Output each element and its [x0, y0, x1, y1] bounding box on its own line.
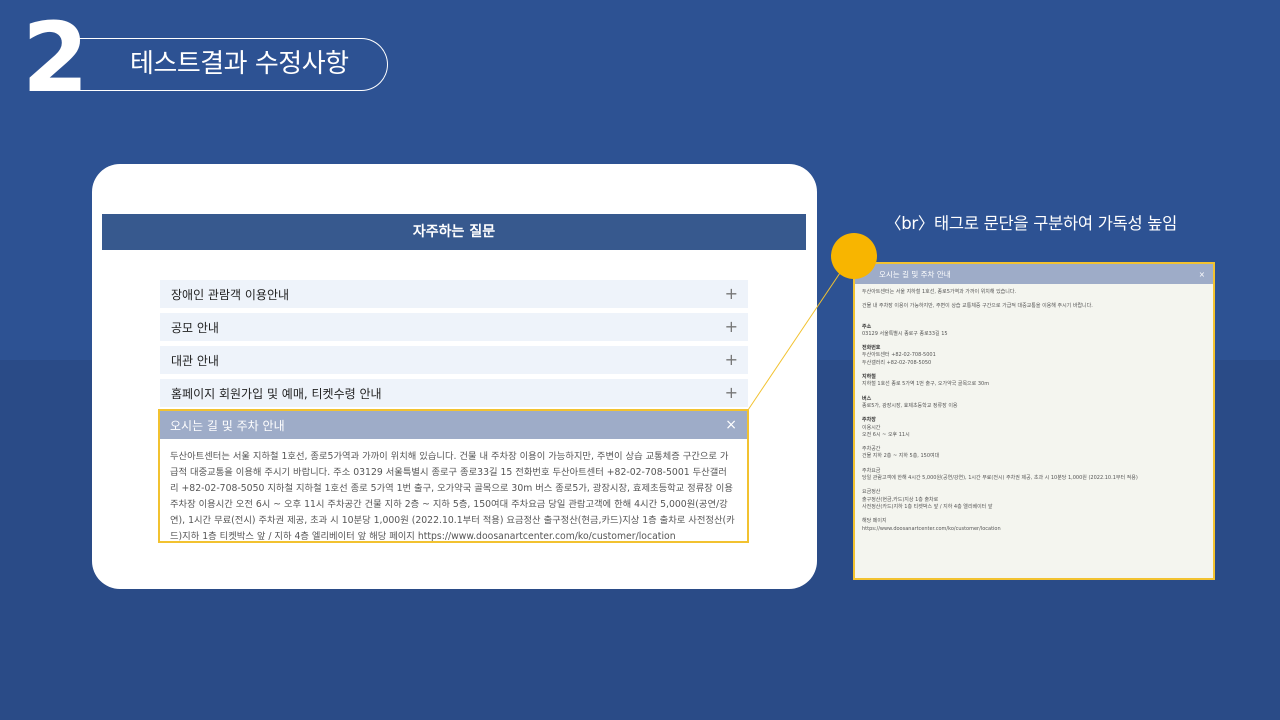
faq-list: 장애인 관람객 이용안내 + 공모 안내 + 대관 안내 + 홈페이지 회원가입…	[160, 280, 748, 412]
faq-item[interactable]: 공모 안내 +	[160, 313, 748, 341]
faq-item-label: 장애인 관람객 이용안내	[171, 287, 290, 302]
zoom-parking-label: 주차장	[862, 417, 876, 424]
slide-title: 테스트결과 수정사항	[130, 49, 349, 79]
faq-open-header[interactable]: 오시는 길 및 주차 안내 ×	[160, 411, 747, 439]
zoom-pay-2: 사전정산(카드)지하 1층 티켓박스 앞 / 지하 4층 엘리베이터 앞	[862, 503, 993, 510]
faq-header: 자주하는 질문	[102, 214, 806, 250]
callout-dot	[831, 233, 877, 279]
zoom-fee: 당일 관람고객에 한해 4시간 5,000원(공연/강연), 1시간 무료(전시…	[862, 475, 1138, 482]
plus-icon[interactable]: +	[725, 286, 738, 302]
plus-icon[interactable]: +	[725, 385, 738, 401]
zoom-phone-2: 두산갤러리 +82-02-708-5050	[862, 359, 932, 366]
zoom-page-url[interactable]: https://www.doosanartcenter.com/ko/custo…	[862, 526, 1207, 533]
zoom-parking-hours-label: 이용시간	[862, 424, 881, 431]
faq-open-item: 오시는 길 및 주차 안내 × 두산아트센터는 서울 지하철 1호선, 종로5가…	[158, 409, 749, 543]
callout-label: 〈br〉태그로 문단을 구분하여 가독성 높임	[885, 214, 1178, 233]
zoom-intro-2: 건물 내 주차장 이용이 가능하지만, 주변이 상습 교통체증 구간으로 가급적…	[862, 303, 1093, 310]
zoom-address-label: 주소	[862, 323, 872, 330]
zoom-header: 오시는 길 및 주차 안내 ×	[855, 264, 1213, 284]
zoom-pay-label: 요금정산	[862, 489, 881, 496]
close-icon[interactable]: ×	[725, 417, 737, 433]
faq-open-body: 두산아트센터는 서울 지하철 1호선, 종로5가역과 가까이 위치해 있습니다.…	[170, 451, 735, 542]
zoom-pay-1: 출구정산(현금,카드)지상 1층 출차로	[862, 496, 939, 503]
faq-item[interactable]: 장애인 관람객 이용안내 +	[160, 280, 748, 308]
zoom-phone-1: 두산아트센터 +82-02-708-5001	[862, 352, 936, 359]
zoom-panel: 오시는 길 및 주차 안내 × 두산아트센터는 서울 지하철 1호선, 종로5가…	[853, 262, 1215, 580]
zoom-parking-hours: 오전 6시 ~ 오후 11시	[862, 431, 910, 438]
zoom-title: 오시는 길 및 주차 안내	[879, 269, 951, 279]
zoom-intro-1: 두산아트센터는 서울 지하철 1호선, 종로5가역과 가까이 위치해 있습니다.	[862, 289, 1017, 295]
zoom-bus: 종로5가, 광장시장, 효제초등학교 정류장 이용	[862, 402, 958, 409]
zoom-bus-label: 버스	[862, 395, 872, 402]
faq-open-label: 오시는 길 및 주차 안내	[170, 418, 285, 433]
zoom-body: 두산아트센터는 서울 지하철 1호선, 종로5가역과 가까이 위치해 있습니다.…	[855, 284, 1213, 533]
close-icon: ×	[1198, 269, 1205, 279]
plus-icon[interactable]: +	[725, 352, 738, 368]
plus-icon[interactable]: +	[725, 319, 738, 335]
faq-item[interactable]: 홈페이지 회원가입 및 예매, 티켓수령 안내 +	[160, 379, 748, 407]
faq-card: 자주하는 질문 장애인 관람객 이용안내 + 공모 안내 + 대관 안내 + 홈…	[92, 164, 817, 589]
faq-item-label: 대관 안내	[171, 353, 219, 368]
zoom-subway: 지하철 1호선 종로 5가역 1번 출구, 오가약국 골목으로 30m	[862, 381, 990, 388]
faq-item-label: 공모 안내	[171, 320, 219, 335]
faq-item-label: 홈페이지 회원가입 및 예매, 티켓수령 안내	[171, 386, 382, 401]
faq-item[interactable]: 대관 안내 +	[160, 346, 748, 374]
zoom-fee-label: 주차요금	[862, 467, 881, 474]
zoom-page-label: 해당 페이지	[862, 518, 887, 525]
zoom-parking-space: 건물 지하 2층 ~ 지하 5층, 150여대	[862, 453, 940, 460]
zoom-address: 03129 서울특별시 종로구 종로33길 15	[862, 330, 948, 337]
